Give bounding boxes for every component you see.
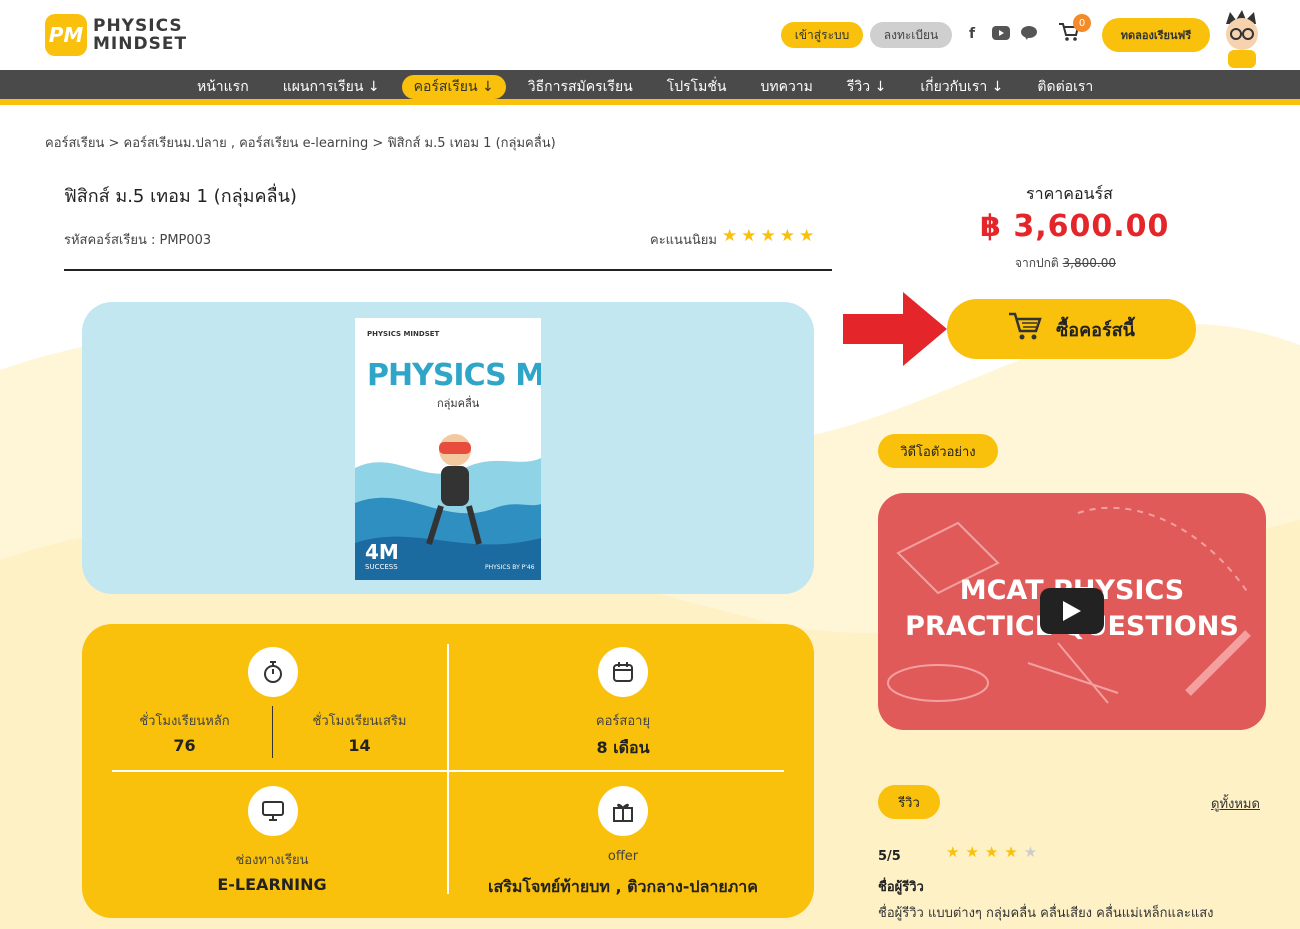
red-arrow-icon <box>843 292 947 366</box>
site-header: PM PHYSICS MINDSET เข้าสู่ระบบ ลงทะเบียน… <box>0 0 1300 70</box>
review-stars-empty: ★ <box>1023 843 1044 861</box>
nav-item-about[interactable]: เกี่ยวกับเรา ↓ <box>908 75 1015 99</box>
facebook-icon[interactable]: f <box>969 26 975 42</box>
cover-title: PHYSICS M.5 <box>367 358 541 393</box>
main-hours-value: 76 <box>173 736 196 755</box>
reviewer-name: ชื่อผู้รีวิว <box>878 880 924 895</box>
extra-hours-value: 14 <box>348 736 371 755</box>
cart-icon <box>1008 311 1042 348</box>
review-stars-filled: ★★★★ <box>946 843 1024 861</box>
course-age-value: 8 เดือน <box>596 738 650 757</box>
cover-badge-sub: SUCCESS <box>365 563 398 571</box>
nav-item-courses[interactable]: คอร์สเรียน ↓ <box>401 75 506 99</box>
buy-course-label: ซื้อคอร์สนี้ <box>1056 319 1135 341</box>
channel-value: E-LEARNING <box>217 875 327 894</box>
review-score: 5/5 <box>878 849 901 864</box>
offer-label: offer <box>607 849 639 864</box>
nav-item-reviews[interactable]: รีวิว ↓ <box>835 75 898 99</box>
main-hours-label: ชั่วโมงเรียนหลัก <box>139 714 230 729</box>
course-info-panel: ชั่วโมงเรียนหลัก 76 ชั่วโมงเรียนเสริม 14… <box>82 624 814 918</box>
price-label: ราคาคอนร์ส <box>1026 184 1113 203</box>
normal-price-value: 3,800.00 <box>1062 256 1116 270</box>
nav-item-home[interactable]: หน้าแรก <box>185 75 261 99</box>
course-title: ฟิสิกส์ ม.5 เทอม 1 (กลุ่มคลื่น) <box>64 186 297 207</box>
login-button[interactable]: เข้าสู่ระบบ <box>781 22 863 48</box>
mascot-icon <box>1226 10 1258 68</box>
review-text: ชื่อผู้รีวิว แบบต่างๆ กลุ่มคลื่น คลื่นเส… <box>878 906 1214 921</box>
title-divider <box>64 269 832 271</box>
nav-item-promotions[interactable]: โปรโมชั่น <box>655 75 739 99</box>
normal-price: จากปกติ 3,800.00 <box>1015 254 1116 273</box>
nav-item-contact[interactable]: ติดต่อเรา <box>1025 75 1105 99</box>
gift-icon <box>598 786 648 836</box>
info-divider-vertical <box>447 644 449 894</box>
line-icon[interactable] <box>1021 26 1037 44</box>
cover-subtitle: กลุ่มคลื่น <box>437 397 480 410</box>
monitor-icon <box>248 786 298 836</box>
cover-brand: PHYSICS MINDSET <box>367 330 440 338</box>
rating-label: คะแนนนิยม <box>650 233 717 248</box>
breadcrumb[interactable]: คอร์สเรียน > คอร์สเรียนม.ปลาย , คอร์สเรี… <box>45 132 556 153</box>
see-all-reviews-link[interactable]: ดูทั้งหมด <box>1211 793 1260 814</box>
review-tag: รีวิว <box>878 785 940 819</box>
calendar-icon <box>598 647 648 697</box>
course-price: ฿ 3,600.00 <box>980 209 1170 244</box>
nav-item-articles[interactable]: บทความ <box>748 75 824 99</box>
course-age-label: คอร์สอายุ <box>595 714 651 729</box>
cart-count-badge: 0 <box>1073 14 1091 32</box>
sample-video-player[interactable]: MCAT PHYSICS PRACTICE QUESTIONS <box>878 493 1266 730</box>
site-logo[interactable]: PM PHYSICS MINDSET <box>45 14 187 56</box>
cover-badge: 4M <box>365 540 399 564</box>
hours-divider <box>272 706 273 758</box>
logo-line-1: PHYSICS <box>93 16 183 36</box>
stopwatch-icon <box>248 647 298 697</box>
review-stars: ★★★★★ <box>946 843 1043 861</box>
logo-badge-icon: PM <box>45 14 87 56</box>
course-cover-image: PHYSICS MINDSET PHYSICS M.5 กลุ่มคลื่น 4… <box>355 318 541 580</box>
rating-stars: ★★★★★ <box>722 226 819 246</box>
nav-item-how-to-apply[interactable]: วิธีการสมัครเรียน <box>516 75 645 99</box>
play-icon[interactable] <box>1040 588 1104 634</box>
buy-course-button[interactable]: ซื้อคอร์สนี้ <box>947 299 1196 359</box>
sample-video-tag: วิดีโอตัวอย่าง <box>878 434 998 468</box>
offer-value: เสริมโจทย์ท้ายบท , ติวกลาง-ปลายภาค <box>488 877 758 896</box>
cover-credit: PHYSICS BY P'46 <box>485 564 535 571</box>
main-nav: หน้าแรก แผนการเรียน ↓ คอร์สเรียน ↓ วิธีก… <box>0 70 1300 105</box>
channel-label: ช่องทางเรียน <box>235 853 309 868</box>
register-button[interactable]: ลงทะเบียน <box>870 22 952 48</box>
free-trial-button[interactable]: ทดลองเรียนฟรี <box>1102 18 1210 52</box>
youtube-icon[interactable] <box>992 26 1010 44</box>
course-code: รหัสคอร์สเรียน : PMP003 <box>64 233 212 248</box>
normal-price-prefix: จากปกติ <box>1015 256 1059 270</box>
extra-hours-label: ชั่วโมงเรียนเสริม <box>312 714 407 729</box>
logo-line-2: MINDSET <box>93 34 188 54</box>
nav-item-study-plan[interactable]: แผนการเรียน ↓ <box>271 75 392 99</box>
